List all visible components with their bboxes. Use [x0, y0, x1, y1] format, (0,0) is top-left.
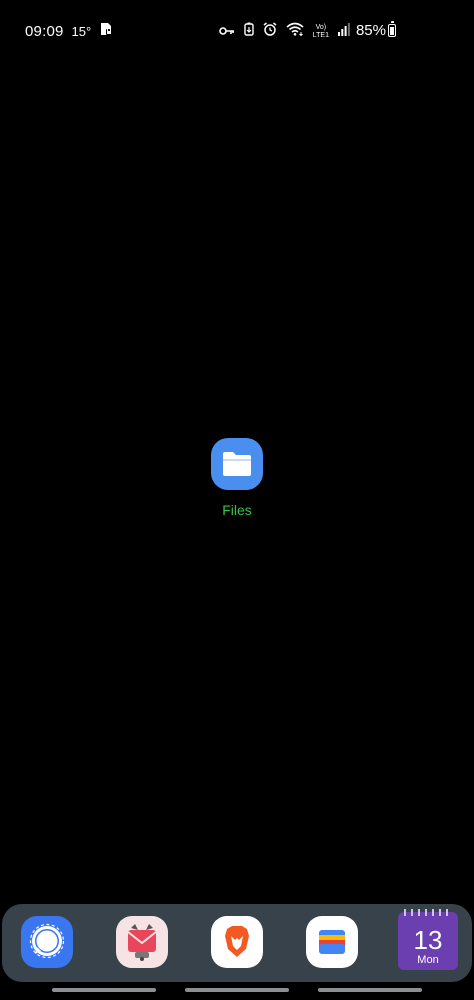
signal-app[interactable]	[21, 916, 73, 968]
key-icon	[218, 23, 235, 41]
battery-icon	[388, 21, 396, 37]
chat-bubble-icon	[29, 923, 65, 959]
dock: 13 Mon	[2, 904, 472, 982]
battery-fill	[390, 27, 394, 35]
volte-icon: Vo) LTE1	[313, 24, 329, 40]
alarm-icon	[263, 22, 277, 41]
files-label[interactable]: Files	[205, 502, 269, 518]
wallet-icon	[319, 930, 345, 954]
files-app[interactable]: Files	[205, 438, 269, 518]
battery-percent: 85%	[355, 22, 386, 39]
status-bar: 09:09 15° Vo) LTE1 85%	[0, 0, 474, 62]
volte-label: Vo)	[315, 23, 327, 31]
calendar-rings-icon	[404, 909, 448, 916]
sd-card-lock-icon	[99, 22, 113, 40]
signal-icon	[338, 22, 350, 41]
wifi-icon	[286, 22, 304, 41]
calendar-app[interactable]: 13 Mon	[398, 909, 458, 970]
status-icons: Vo) LTE1	[218, 22, 350, 41]
lion-icon	[225, 926, 249, 957]
battery-saver-icon	[244, 22, 254, 41]
home-screen: 09:09 15° Vo) LTE1 85% Files 13 Mon	[0, 0, 474, 1000]
k9-mail-app[interactable]	[116, 916, 168, 968]
back-handle[interactable]	[52, 988, 156, 992]
recents-handle[interactable]	[318, 988, 422, 992]
temperature: 15°	[71, 23, 92, 39]
status-left: 09:09 15°	[25, 22, 113, 40]
calendar-weekday: Mon	[417, 954, 439, 966]
calendar-day: 13	[413, 925, 443, 955]
lte-label: LTE1	[312, 31, 329, 39]
home-handle[interactable]	[185, 988, 289, 992]
wallet-app[interactable]	[306, 916, 358, 968]
mail-icon	[127, 924, 157, 961]
clock: 09:09	[25, 22, 64, 40]
navigation-bar	[0, 988, 474, 994]
brave-app[interactable]	[211, 916, 263, 968]
folder-icon[interactable]	[211, 438, 263, 490]
